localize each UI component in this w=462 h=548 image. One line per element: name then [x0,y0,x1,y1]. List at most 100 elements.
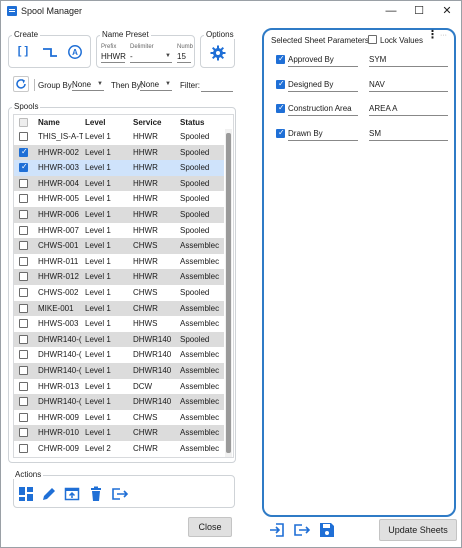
row-checkbox[interactable] [19,288,28,297]
table-row[interactable]: THIS_IS-A-T Level 1 HHWR Spooled [14,129,224,145]
scrollbar-thumb[interactable] [226,133,231,453]
column-header-level[interactable]: Level [85,118,105,127]
refresh-icon[interactable] [13,76,29,92]
table-row[interactable]: HHWR-005 Level 1 HHWR Spooled [14,191,224,207]
maximize-button[interactable]: ☐ [405,1,433,21]
row-checkbox[interactable] [19,334,28,344]
prefix-input[interactable]: HHWR [101,52,126,63]
delete-icon[interactable] [88,486,104,502]
cell-service: DHWR140 [133,397,172,407]
parameter-value-input[interactable]: SYM [369,55,448,67]
column-header-status[interactable]: Status [180,118,204,127]
table-row[interactable]: HHWR-012 Level 1 HHWR Assemblec [14,269,224,285]
cell-status: Assemblec [180,381,220,391]
cell-status: Spooled [180,163,210,173]
table-row[interactable]: MIKE-001 Level 1 CHWR Assemblec [14,300,224,317]
table-row[interactable]: HHWR-013 Level 1 DCW Assemblec [14,379,224,395]
table-row[interactable]: DHWR140-(Level 1 DHWR140 Assemblec [14,347,224,363]
row-checkbox[interactable] [19,210,28,219]
layout-icon[interactable] [18,486,34,502]
row-checkbox[interactable] [19,412,28,422]
export-icon[interactable] [111,486,129,502]
row-checkbox[interactable] [19,194,28,204]
parameter-row: Designed By NAV [276,78,448,92]
row-checkbox[interactable] [19,381,28,391]
parameter-value-input[interactable]: AREA A [369,104,448,116]
parameter-checkbox[interactable] [276,79,285,89]
column-header-name[interactable]: Name [38,118,60,127]
table-row[interactable]: HHWS-003 Level 1 HHWS Assemblec [14,316,224,332]
row-checkbox[interactable] [19,256,28,266]
table-row[interactable]: DHWR140-(Level 1 DHWR140 Spooled [14,331,224,348]
table-scrollbar[interactable] [225,129,232,457]
minimize-button[interactable]: — [377,1,405,21]
cell-service: HHWR [133,147,158,157]
table-row[interactable]: CHWS-002 Level 1 CHWS Spooled [14,285,224,301]
brackets-icon[interactable]: [ ] [15,45,31,59]
group-by-label: Group By: [38,81,75,90]
then-by-select[interactable]: None ▼ [140,80,172,91]
cell-name: DHWR140-( [38,397,82,407]
row-checkbox[interactable] [19,428,28,438]
number-input[interactable]: 15 [177,52,191,63]
cell-status: Assemblec [180,319,220,329]
cell-name: HHWR-011 [38,256,79,266]
filter-input[interactable] [201,80,233,92]
row-checkbox[interactable] [19,178,28,188]
cell-level: Level 1 [85,272,111,282]
table-row[interactable]: DHWR140-(Level 1 DHWR140 Assemblec [14,394,224,410]
table-row[interactable]: HHWR-004 Level 1 HHWR Spooled [14,175,224,192]
table-row[interactable]: HHWR-002 Level 1 HHWR Spooled [14,144,224,161]
export-icon[interactable] [293,522,311,538]
edit-icon[interactable] [41,486,57,502]
row-checkbox[interactable] [19,225,28,235]
parameter-checkbox[interactable] [276,128,285,138]
group-by-select[interactable]: None ▼ [72,80,104,91]
row-checkbox[interactable] [19,147,28,157]
more-options-icon[interactable]: ⋮ [427,30,438,41]
row-checkbox[interactable] [19,303,28,313]
table-row[interactable]: CHWR-009 Level 2 CHWR Assemblec [14,441,224,457]
row-checkbox[interactable] [19,397,28,407]
column-header-service[interactable]: Service [133,118,161,127]
parameter-value-input[interactable]: NAV [369,80,448,92]
options-label: Options [204,30,236,39]
cell-service: DCW [133,381,153,391]
select-all-checkbox[interactable] [19,118,28,127]
row-checkbox[interactable] [19,162,28,173]
chevron-down-icon: ▼ [165,81,171,87]
row-checkbox[interactable] [19,272,28,282]
cell-level: Level 1 [85,366,111,375]
table-row[interactable]: HHWR-007 Level 1 HHWR Spooled [14,223,224,239]
delimiter-select[interactable]: - ▼ [130,52,172,63]
table-row[interactable]: CHWS-001 Level 1 CHWS Assemblec [14,238,224,254]
open-in-new-icon[interactable] [64,486,80,502]
row-checkbox[interactable] [19,319,28,329]
row-checkbox[interactable] [19,444,28,453]
gear-icon[interactable] [210,45,226,61]
table-row[interactable]: HHWR-006 Level 1 HHWR Spooled [14,207,224,223]
save-icon[interactable] [319,522,335,538]
row-checkbox[interactable] [19,350,28,360]
lock-values-checkbox[interactable] [368,35,377,44]
close-button[interactable]: Close [188,517,232,537]
import-icon[interactable] [269,522,285,538]
row-checkbox[interactable] [19,241,28,251]
table-row[interactable]: HHWR-009 Level 1 CHWS Assemblec [14,410,224,426]
parameter-value-input[interactable]: SM [369,129,448,141]
then-by-label: Then By: [111,81,144,90]
table-row[interactable]: HHWR-003 Level 1 HHWR Spooled [14,160,224,176]
auto-create-icon[interactable]: A [67,44,83,60]
row-checkbox[interactable] [19,132,28,141]
update-sheets-button[interactable]: Update Sheets [379,519,457,541]
close-window-button[interactable]: ✕ [433,1,461,21]
cell-service: DHWR140 [133,366,172,375]
table-row[interactable]: HHWR-011 Level 1 HHWR Assemblec [14,254,224,270]
parameter-checkbox[interactable] [276,54,285,64]
connector-icon[interactable] [42,45,58,59]
row-checkbox[interactable] [19,366,28,375]
parameter-checkbox[interactable] [276,103,285,113]
table-row[interactable]: DHWR140-(Level 1 DHWR140 Assemblec [14,363,224,379]
cell-name: HHWS-003 [38,319,79,329]
table-row[interactable]: HHWR-010 Level 1 CHWR Assemblec [14,425,224,441]
